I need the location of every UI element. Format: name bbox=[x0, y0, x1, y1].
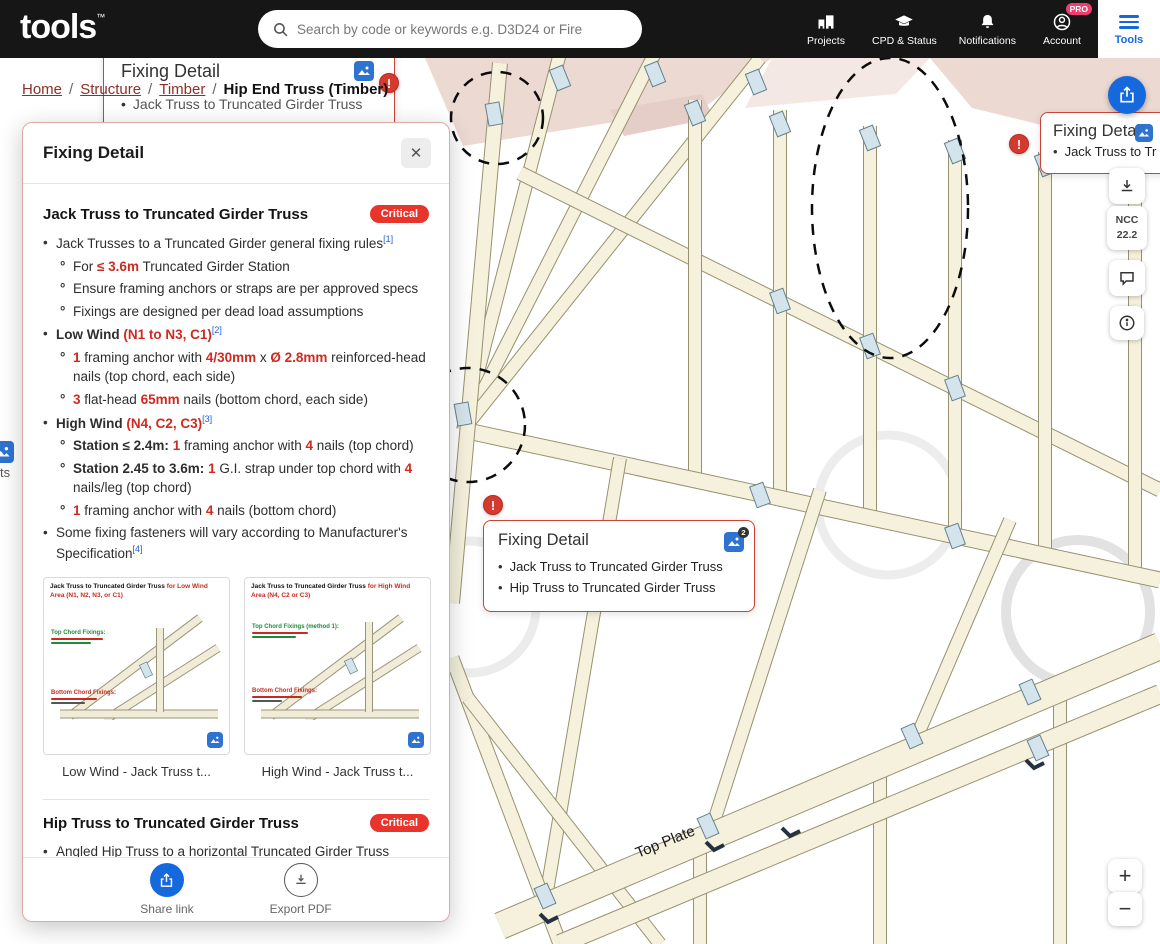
app-root: Top Plate Fixing Detail •Jack Truss to T… bbox=[0, 0, 1160, 944]
hamburger-icon bbox=[1119, 12, 1139, 32]
graduation-cap-icon bbox=[893, 12, 915, 32]
fixing-detail-popup-center[interactable]: Fixing Detail 2 •Jack Truss to Truncated… bbox=[483, 520, 755, 612]
clipped-text: ts bbox=[0, 465, 10, 480]
bell-icon bbox=[978, 12, 997, 32]
ncc-version-button[interactable]: NCC 22.2 bbox=[1107, 206, 1147, 250]
buildings-icon bbox=[816, 12, 836, 32]
info-icon bbox=[1118, 314, 1136, 332]
fixing-detail-popup-topright[interactable]: Fixing Detail •Jack Truss to Tr bbox=[1040, 112, 1160, 174]
nav-projects[interactable]: Projects bbox=[802, 6, 850, 52]
critical-alert-marker[interactable]: ! bbox=[483, 495, 503, 515]
fixing-rules-list: •Jack Trusses to a Truncated Girder gene… bbox=[43, 233, 429, 563]
bullet-item: °Station ≤ 2.4m: 1 framing anchor with 4… bbox=[43, 436, 429, 456]
info-button[interactable] bbox=[1110, 306, 1144, 340]
critical-badge: Critical bbox=[370, 814, 429, 832]
search-input[interactable] bbox=[297, 22, 628, 37]
modal-footer: Share link Export PDF bbox=[23, 857, 449, 921]
image-icon bbox=[1135, 124, 1153, 142]
bullet-item: °For ≤ 3.6m Truncated Girder Station bbox=[43, 257, 429, 277]
popup-title: Fixing Detail bbox=[121, 61, 377, 82]
export-pdf-icon bbox=[293, 872, 309, 888]
nav-cpd-status[interactable]: CPD & Status bbox=[872, 6, 937, 52]
breadcrumb-home[interactable]: Home bbox=[22, 81, 62, 98]
share-icon bbox=[158, 872, 175, 889]
popup-item: •Jack Truss to Truncated Girder Truss bbox=[498, 556, 740, 577]
share-icon bbox=[1117, 85, 1137, 105]
modal-body[interactable]: Jack Truss to Truncated Girder Truss Cri… bbox=[23, 185, 449, 857]
close-button[interactable]: ✕ bbox=[401, 138, 431, 168]
modal-header: Fixing Detail ✕ bbox=[23, 123, 449, 184]
bullet-item: °Fixings are designed per dead load assu… bbox=[43, 302, 429, 322]
fixing-rules-list: •Angled Hip Truss to a horizontal Trunca… bbox=[43, 842, 429, 857]
clipped-popup-fragment[interactable]: ts bbox=[0, 441, 14, 468]
bullet-item: °3 flat-head 65mm nails (bottom chord, e… bbox=[43, 390, 429, 410]
image-icon bbox=[408, 732, 424, 748]
modal-title: Fixing Detail bbox=[43, 143, 144, 163]
thumbnail-caption: High Wind - Jack Truss t... bbox=[244, 764, 431, 779]
section-heading: Hip Truss to Truncated Girder Truss bbox=[43, 815, 299, 832]
image-icon bbox=[207, 732, 223, 748]
thumbnail-low-wind[interactable]: Jack Truss to Truncated Girder Truss for… bbox=[43, 577, 230, 779]
image-stack-icon: 2 bbox=[724, 532, 744, 552]
popup-title: Fixing Detail bbox=[498, 531, 740, 550]
share-link-button[interactable]: Share link bbox=[140, 863, 193, 916]
app-logo[interactable]: tools™ bbox=[20, 8, 104, 47]
fixing-detail-modal: Fixing Detail ✕ Jack Truss to Truncated … bbox=[22, 122, 450, 922]
critical-alert-marker[interactable]: ! bbox=[1009, 134, 1029, 154]
zoom-in-button[interactable]: + bbox=[1108, 859, 1142, 893]
download-button[interactable] bbox=[1109, 168, 1145, 204]
popup-item: •Hip Truss to Truncated Girder Truss bbox=[498, 577, 740, 598]
bullet-item: •Jack Trusses to a Truncated Girder gene… bbox=[43, 233, 429, 254]
nav-notifications[interactable]: Notifications bbox=[959, 6, 1016, 52]
bullet-item: •Angled Hip Truss to a horizontal Trunca… bbox=[43, 842, 429, 857]
zoom-out-button[interactable]: − bbox=[1108, 892, 1142, 926]
share-fab-button[interactable] bbox=[1108, 76, 1146, 114]
bullet-item: °Ensure framing anchors or straps are pe… bbox=[43, 279, 429, 299]
global-search bbox=[258, 10, 642, 48]
breadcrumb-timber[interactable]: Timber bbox=[159, 81, 205, 98]
export-pdf-button[interactable]: Export PDF bbox=[270, 863, 332, 916]
image-count-badge: 2 bbox=[738, 527, 749, 538]
bullet-item: °1 framing anchor with 4/30mm x Ø 2.8mm … bbox=[43, 348, 429, 387]
section-heading: Jack Truss to Truncated Girder Truss bbox=[43, 206, 308, 223]
thumbnail-high-wind[interactable]: Jack Truss to Truncated Girder Truss for… bbox=[244, 577, 431, 779]
header-nav: Projects CPD & Status Notifications PRO bbox=[802, 6, 1086, 52]
bullet-item: °1 framing anchor with 4 nails (bottom c… bbox=[43, 501, 429, 521]
bullet-item: °Station 2.45 to 3.6m: 1 G.I. strap unde… bbox=[43, 459, 429, 498]
breadcrumb-current: Hip End Truss (Timber) bbox=[224, 81, 389, 98]
image-icon bbox=[0, 441, 14, 463]
nav-account[interactable]: PRO Account bbox=[1038, 6, 1086, 52]
bullet-item: •Low Wind (N1 to N3, C1)[2] bbox=[43, 324, 429, 345]
comments-button[interactable] bbox=[1109, 260, 1145, 296]
thumbnail-caption: Low Wind - Jack Truss t... bbox=[43, 764, 230, 779]
section-divider bbox=[43, 799, 429, 800]
breadcrumb: Home/Structure/Timber/Hip End Truss (Tim… bbox=[22, 81, 388, 98]
tools-menu-button[interactable]: Tools bbox=[1098, 0, 1160, 58]
pro-badge: PRO bbox=[1066, 3, 1092, 15]
bullet-item: •Some fixing fasteners will vary accordi… bbox=[43, 523, 429, 563]
comment-icon bbox=[1118, 269, 1136, 287]
download-icon bbox=[1118, 177, 1136, 195]
bullet-item: •High Wind (N4, C2, C3)[3] bbox=[43, 413, 429, 434]
top-app-bar: tools™ Projects CPD & Status bbox=[0, 0, 1160, 58]
breadcrumb-structure[interactable]: Structure bbox=[80, 81, 141, 98]
search-icon bbox=[272, 21, 289, 38]
critical-badge: Critical bbox=[370, 205, 429, 223]
image-icon bbox=[354, 61, 374, 81]
